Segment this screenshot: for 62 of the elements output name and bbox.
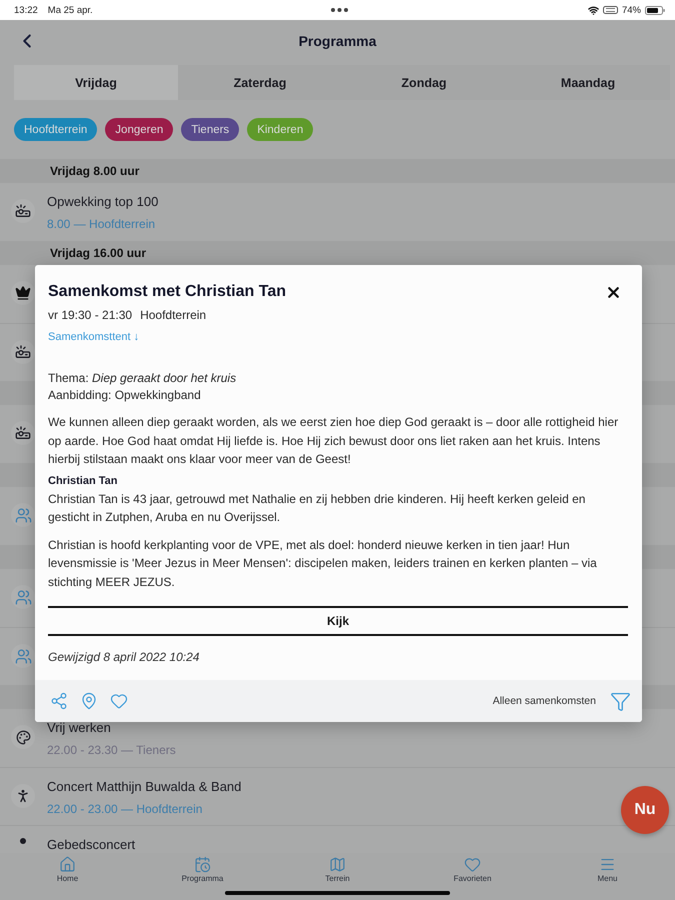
filter-icon[interactable] <box>610 690 631 712</box>
day-tab[interactable]: Vrijdag <box>14 65 178 100</box>
event-time: vr 19:30 - 21:30 <box>48 307 132 323</box>
home-icon <box>59 856 76 873</box>
event-title: Vrij werken <box>47 719 111 737</box>
dots-icon <box>331 8 348 12</box>
worship-text: Aanbidding: Opwekkingband <box>48 387 202 404</box>
day-tab[interactable]: Maandag <box>506 65 670 100</box>
speaker-bio: Christian is hoofd kerkplanting voor de VPE, met als doel: honderd nieuwe kerken in tien jaar! Hun levensmissie is 'Meer Jezus in Meer Mensen': discipelen maken, leiders trainen en kerken planten – via stichting MEER JEZUS. <box>48 536 598 590</box>
heart-icon[interactable] <box>110 692 128 710</box>
description-text: We kunnen alleen diep geraakt worden, als we eerst zien hoe diep God geraakt is – door alle rottigheid hier op aarde. Hoe God haat omdat Hij liefde is. Hoe Hij zich bewust door ons liet raken aan het kruis. Intens hierbij stilstaan maakt ons klaar voor meer van de Geest! <box>48 414 620 468</box>
battery-icon <box>645 6 665 14</box>
modified-date: Gewijzigd 8 april 2022 10:24 <box>48 649 200 665</box>
page-title: Programma <box>298 33 378 49</box>
map-icon <box>328 856 346 873</box>
calendar-icon <box>194 856 211 873</box>
tab-bar-item[interactable]: Favorieten <box>454 856 492 884</box>
status-time: 13:22 <box>14 4 38 16</box>
people-icon <box>11 644 35 668</box>
speaker-name: Christian Tan <box>48 474 118 488</box>
people-icon <box>11 503 35 527</box>
venue-link[interactable]: Samenkomsttent ↓ <box>48 330 140 344</box>
location-pin-icon[interactable] <box>80 692 98 710</box>
battery-percentage: 74% <box>622 4 641 16</box>
projector-icon <box>11 340 35 364</box>
filter-label: Alleen samenkomsten <box>492 695 596 707</box>
menu-icon <box>598 856 616 873</box>
share-icon[interactable] <box>50 692 68 710</box>
event-time-location: 8.00 — Hoofdterrein <box>47 216 156 233</box>
event-time-location: 22.00 - 23.30 — Tieners <box>47 742 176 759</box>
person-icon <box>11 784 35 808</box>
event-time-location: 22.00 - 23.00 — Hoofdterrein <box>47 801 202 818</box>
status-date: Ma 25 apr. <box>48 4 93 16</box>
people-icon <box>11 585 35 609</box>
tab-bar-item[interactable]: Terrein <box>325 856 350 884</box>
section-header: Vrijdag 8.00 uur <box>0 159 675 183</box>
day-tab[interactable]: Zaterdag <box>178 65 342 100</box>
event-location: Hoofdterrein <box>140 307 206 323</box>
filter-chip[interactable]: Tieners <box>181 118 240 141</box>
filter-chip[interactable]: Jongeren <box>105 118 174 141</box>
wifi-icon <box>588 4 599 16</box>
heart-icon <box>464 856 481 873</box>
palette-icon <box>11 725 35 749</box>
projector-icon <box>11 199 35 223</box>
tab-bar-item[interactable]: Menu <box>597 856 618 884</box>
event-title: Opwekking top 100 <box>47 193 158 211</box>
rectangle-icon <box>602 6 618 14</box>
theme-text: Thema: Diep geraakt door het kruis <box>48 370 238 387</box>
tab-bar-item[interactable]: Home <box>56 856 78 884</box>
dot-icon <box>20 838 26 844</box>
day-tab[interactable]: Zondag <box>342 65 506 100</box>
crown-icon <box>11 281 35 305</box>
watch-button[interactable]: Kijk <box>48 606 628 636</box>
speaker-bio: Christian Tan is 43 jaar, getrouwd met Nathalie en zij hebben drie kinderen. Hij heeft kerken geleid en gesticht in Zutphen, Aruba en nu Overijssel. <box>48 490 586 526</box>
filter-chip[interactable]: Hoofdterrein <box>14 118 98 141</box>
now-button[interactable]: Nu <box>621 786 669 834</box>
section-header: Vrijdag 16.00 uur <box>0 241 675 265</box>
projector-icon <box>11 421 35 445</box>
event-title: Gebedsconcert <box>47 836 136 853</box>
dialog-title: Samenkomst met Christian Tan <box>48 283 286 301</box>
event-title: Concert Matthijn Buwalda & Band <box>47 778 242 796</box>
tab-bar-item[interactable]: Programma <box>182 856 224 884</box>
